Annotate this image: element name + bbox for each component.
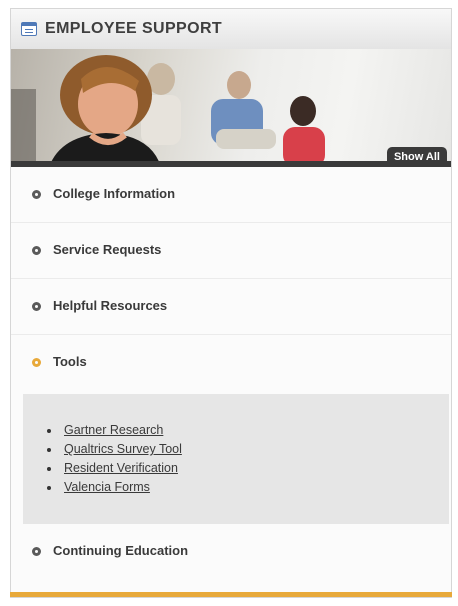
accordion-menu: College Information Service Requests Hel… [11,167,451,391]
menu-item-label: Helpful Resources [53,298,168,313]
banner-photo [11,55,325,167]
menu-item-continuing-education[interactable]: Continuing Education [11,524,451,580]
link-gartner-research[interactable]: Gartner Research [64,423,163,437]
link-qualtrics-survey-tool[interactable]: Qualtrics Survey Tool [64,442,182,456]
menu-item-label: Continuing Education [53,543,189,558]
list-item: Resident Verification [47,461,182,480]
bullet-icon [32,246,41,255]
menu-item-label: College Information [53,186,176,201]
link-resident-verification[interactable]: Resident Verification [64,461,178,475]
footer-accent-bar [10,592,452,597]
window-icon [21,22,37,36]
bullet-icon [32,302,41,311]
link-valencia-forms[interactable]: Valencia Forms [64,480,150,494]
banner-image: Show All [11,49,451,167]
bullet-icon [32,190,41,199]
panel-title: EMPLOYEE SUPPORT [45,20,223,37]
list-item: Valencia Forms [47,480,182,499]
list-item: Gartner Research [47,423,182,442]
menu-item-helpful-resources[interactable]: Helpful Resources [11,279,451,335]
tools-submenu: Gartner Research Qualtrics Survey Tool R… [23,394,449,524]
show-all-button[interactable]: Show All [386,147,447,167]
menu-item-college-information[interactable]: College Information [11,167,451,223]
menu-item-label: Tools [53,354,87,369]
list-item: Qualtrics Survey Tool [47,442,182,461]
tools-link-list: Gartner Research Qualtrics Survey Tool R… [47,423,182,499]
menu-item-label: Service Requests [53,242,162,257]
panel-header: EMPLOYEE SUPPORT [11,9,451,50]
menu-item-service-requests[interactable]: Service Requests [11,223,451,279]
menu-item-tools[interactable]: Tools [11,335,451,391]
active-bullet-icon [32,358,41,367]
bullet-icon [32,547,41,556]
employee-support-panel: EMPLOYEE SUPPORT Show All College Inform… [10,8,452,598]
